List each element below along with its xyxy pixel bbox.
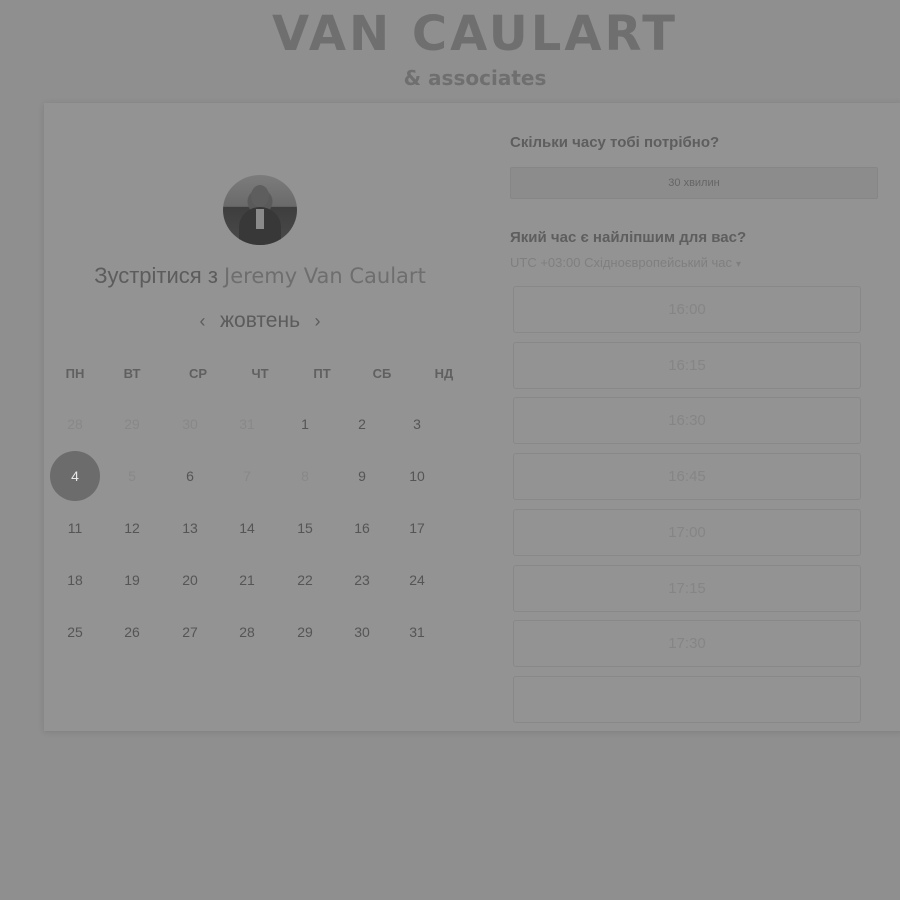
weekday-label: СР	[188, 366, 208, 381]
weekday-header: ПН ВТ СР ЧТ ПТ СБ НД	[44, 366, 476, 386]
calendar-day[interactable]: 31	[392, 607, 442, 657]
calendar-day[interactable]: 11	[50, 503, 100, 553]
booking-page: VAN CAULART & associates Зустрітися з Je…	[0, 0, 900, 900]
time-slot-button[interactable]: 17:30	[513, 620, 861, 668]
duration-option-button[interactable]: 30 хвилин	[510, 167, 878, 199]
calendar-day[interactable]: 16	[337, 503, 387, 553]
timezone-selector[interactable]: UTC +03:00 Східноєвропейський час ▾	[510, 255, 741, 270]
time-slot-button[interactable]: 17:00	[513, 508, 861, 556]
scheduler-card: Зустрітися з Jeremy Van Caulart ‹ жовтен…	[44, 103, 900, 731]
calendar-day[interactable]: 29	[280, 607, 330, 657]
calendar-day: 31	[239, 416, 255, 432]
calendar-day[interactable]: 30	[337, 607, 387, 657]
calendar-day: 28	[67, 416, 83, 432]
calendar-day[interactable]: 6	[165, 451, 215, 501]
time-question: Який час є найліпшим для вас?	[510, 229, 747, 246]
company-logo: VAN CAULART & associates	[0, 6, 900, 90]
duration-question: Скільки часу тобі потрібно?	[510, 134, 720, 151]
weekday-label: ПТ	[313, 366, 331, 381]
logo-wordmark: VAN CAULART	[271, 6, 679, 62]
time-slot-button[interactable]: 16:15	[513, 341, 861, 389]
weekday-label: ПН	[65, 366, 85, 381]
calendar-day[interactable]: 20	[165, 555, 215, 605]
meeting-title: Зустрітися з Jeremy Van Caulart	[44, 263, 476, 289]
calendar-day[interactable]: 3	[392, 399, 442, 449]
host-name: Jeremy Van Caulart	[224, 264, 426, 288]
time-slot-button[interactable]: 16:45	[513, 453, 861, 501]
calendar-day[interactable]: 24	[392, 555, 442, 605]
weekday-label: НД	[434, 366, 454, 381]
calendar-day[interactable]: 10	[392, 451, 442, 501]
calendar-day: 29	[124, 416, 140, 432]
calendar-day[interactable]: 1	[280, 399, 330, 449]
calendar-day[interactable]: 17	[392, 503, 442, 553]
time-selection-panel: Скільки часу тобі потрібно? 30 хвилин Як…	[510, 103, 900, 731]
logo-tagline: & associates	[403, 66, 547, 90]
calendar-day[interactable]: 14	[222, 503, 272, 553]
time-slot-button[interactable]: 16:30	[513, 397, 861, 445]
time-slot-button[interactable]: 16:00	[513, 286, 861, 333]
time-slot-button[interactable]	[513, 675, 861, 723]
meeting-title-prefix: Зустрітися з	[94, 263, 218, 288]
calendar-day[interactable]: 25	[50, 607, 100, 657]
calendar-day[interactable]: 28	[222, 607, 272, 657]
month-navigation: ‹ жовтень ›	[44, 309, 476, 333]
calendar-day[interactable]: 19	[107, 555, 157, 605]
calendar-day: 30	[182, 416, 198, 432]
calendar-day[interactable]: 2	[337, 399, 387, 449]
host-avatar	[223, 175, 297, 245]
timezone-label: UTC +03:00 Східноєвропейський час	[510, 255, 732, 270]
weekday-label: СБ	[372, 366, 392, 381]
time-slot-button[interactable]: 17:15	[513, 564, 861, 612]
caret-down-icon: ▾	[735, 259, 741, 270]
calendar-day[interactable]: 15	[280, 503, 330, 553]
calendar-day: 5	[128, 468, 136, 484]
time-slot-list: 16:00 16:15 16:30 16:45 17:00 17:15 17:30	[513, 286, 863, 731]
calendar-day: 8	[301, 468, 309, 484]
calendar-day[interactable]: 22	[280, 555, 330, 605]
weekday-label: ЧТ	[251, 366, 269, 381]
calendar-day[interactable]: 21	[222, 555, 272, 605]
calendar-day[interactable]: 12	[107, 503, 157, 553]
calendar-day[interactable]: 18	[50, 555, 100, 605]
chevron-right-icon[interactable]: ›	[304, 311, 330, 332]
calendar-day[interactable]: 23	[337, 555, 387, 605]
calendar-day[interactable]: 27	[165, 607, 215, 657]
month-label: жовтень	[219, 309, 301, 332]
calendar-day[interactable]: 13	[165, 503, 215, 553]
calendar-day[interactable]: 9	[337, 451, 387, 501]
calendar-day[interactable]: 26	[107, 607, 157, 657]
calendar-day-selected[interactable]: 4	[50, 451, 100, 501]
weekday-label: ВТ	[123, 366, 141, 381]
chevron-left-icon[interactable]: ‹	[190, 311, 216, 332]
calendar-day: 7	[243, 468, 251, 484]
